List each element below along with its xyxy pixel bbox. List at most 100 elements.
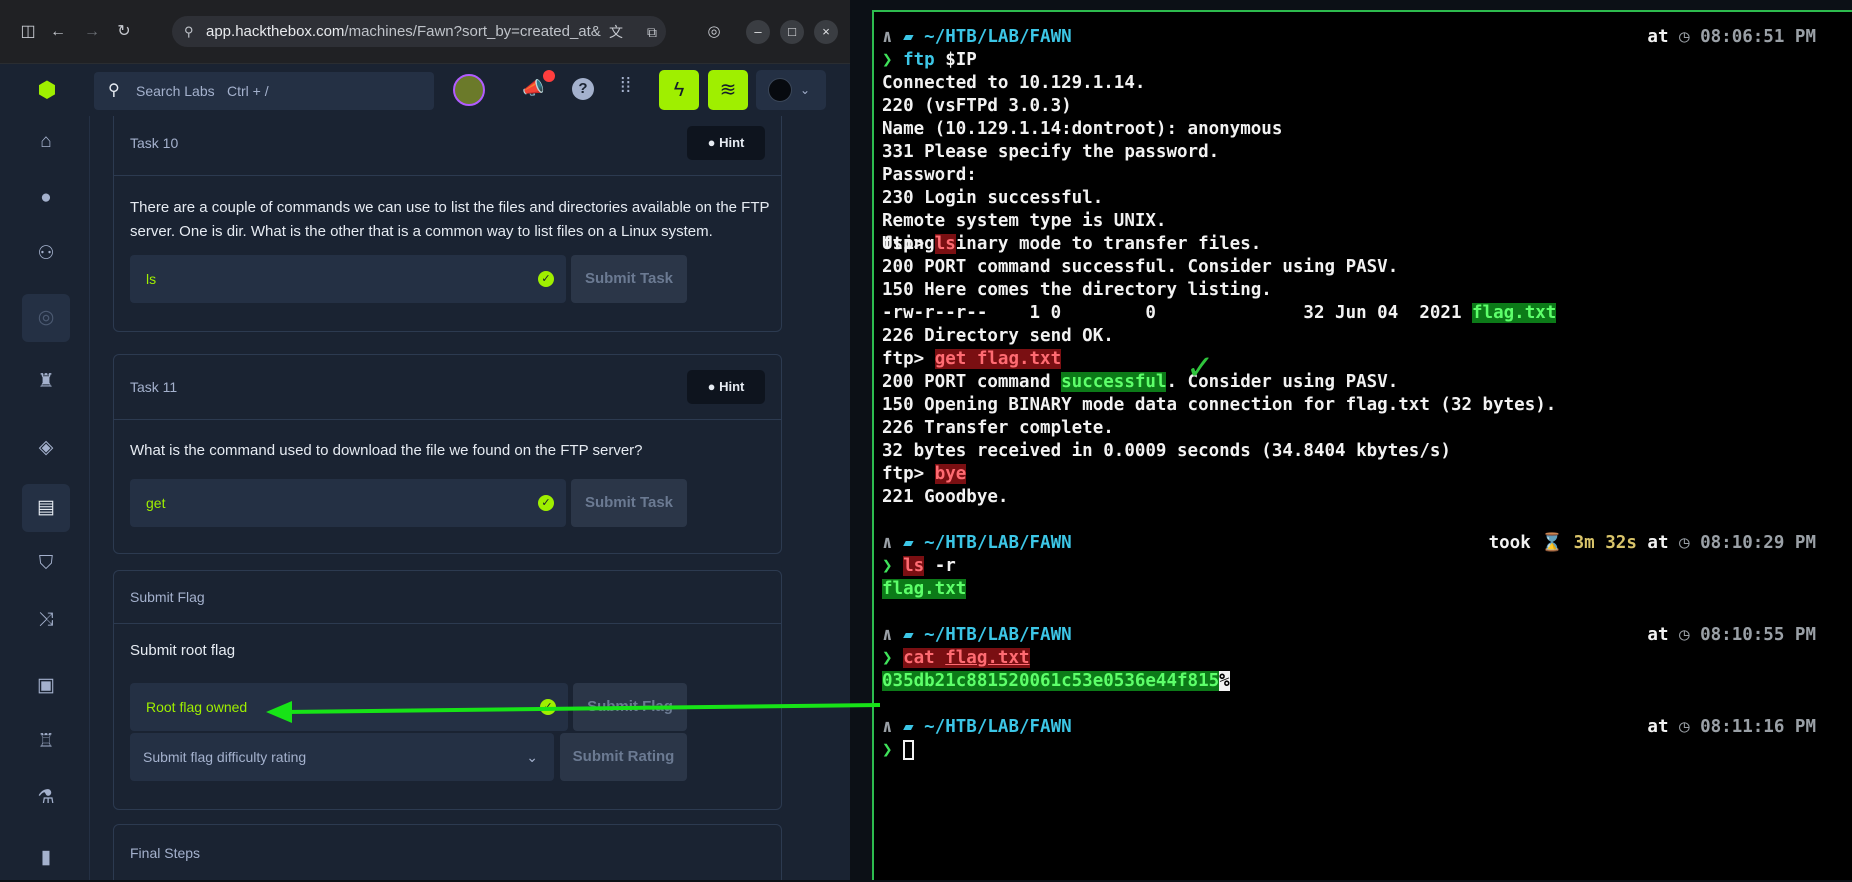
profile-menu[interactable]: ⌄	[756, 70, 826, 110]
hint-button[interactable]: ● Hint	[687, 370, 765, 404]
video-library-icon[interactable]: ▣	[22, 662, 70, 710]
output-line: 150 Here comes the directory listing.	[882, 280, 1272, 300]
output-line: 150 Opening BINARY mode data connection …	[882, 395, 1557, 415]
fortress-icon[interactable]: ♖	[22, 718, 70, 766]
folder-icon: ▰	[903, 625, 925, 645]
chevron-down-icon: ⌄	[800, 83, 811, 97]
hint-label: Hint	[719, 379, 745, 394]
bulb-icon: ●	[707, 379, 720, 394]
app-topbar: ⬢ ⚲ Search Labs Ctrl + / 📣 ? ⁞⁞ ϟ ≋ ⌄	[0, 64, 850, 116]
flag-field[interactable]: Root flag owned ✓	[130, 683, 568, 731]
task-header: Task 11 ● Hint	[114, 355, 781, 420]
output-line: flag.txt	[882, 578, 967, 601]
chevron-down-icon: ⌄	[526, 749, 538, 765]
output-line: 230 Login successful.	[882, 188, 1104, 208]
search-icon: ⚲	[108, 82, 120, 99]
prompt-time: 08:06:51 PM	[1700, 27, 1816, 47]
avatar[interactable]	[453, 74, 485, 106]
help-icon[interactable]: ?	[572, 78, 594, 100]
prompt-time: 08:11:16 PM	[1700, 717, 1816, 737]
prompt-right: took ⌛ 3m 32s at ◷ 08:10:29 PM	[1489, 532, 1816, 555]
vpn-wifi-icon[interactable]: ≋	[708, 70, 748, 110]
prompt-time: 08:10:29 PM	[1700, 533, 1816, 553]
record-icon[interactable]: ◎	[702, 20, 726, 44]
machines-icon[interactable]: ▤	[22, 484, 70, 532]
output-line: 226 Directory send OK.	[882, 326, 1114, 346]
ftp-line: ftp> bye	[882, 463, 967, 486]
submit-flag-button[interactable]: Submit Flag	[573, 683, 687, 731]
shuffle-icon[interactable]: ⤨	[22, 596, 70, 644]
hint-button[interactable]: ● Hint	[687, 126, 765, 160]
command-line: ❯ ftp $IP	[882, 50, 977, 70]
sidebar: ⌂ ● ⚇ ◎ ♜ ◈ ▤ ⛉ ⤨ ▣ ♖ ⚗ ▮	[0, 116, 90, 880]
profile-avatar	[768, 78, 792, 102]
target-icon[interactable]: ◎	[22, 294, 70, 342]
difficulty-rating-select[interactable]: Submit flag difficulty rating ⌄	[130, 733, 554, 781]
reload-icon[interactable]: ↻	[112, 20, 136, 44]
answer-value: get	[146, 495, 166, 511]
back-icon[interactable]: ←	[46, 20, 70, 44]
terminal-cursor	[903, 740, 915, 760]
submit-flag-subtitle: Submit root flag	[130, 642, 236, 659]
prompt-line: ∧ ▰ ~/HTB/LAB/FAWN	[882, 717, 1072, 737]
prompt-line: ∧ ▰ ~/HTB/LAB/FAWN	[882, 625, 1072, 645]
folder-icon: ▰	[903, 533, 925, 553]
address-bar[interactable]: ⚲ app.hackthebox.com/machines/Fawn?sort_…	[172, 16, 666, 47]
submit-flag-header: Submit Flag	[114, 571, 781, 624]
output-line: 221 Goodbye.	[882, 487, 1009, 507]
search-placeholder: Search Labs	[136, 83, 215, 99]
prompt-path: ~/HTB/LAB/FAWN	[924, 717, 1072, 737]
apps-grid-icon[interactable]: ⁞⁞	[620, 75, 631, 98]
output-line: 32 bytes received in 0.0009 seconds (34.…	[882, 441, 1451, 461]
ftp-command: get flag.txt	[934, 349, 1062, 369]
submit-rating-button[interactable]: Submit Rating	[560, 733, 687, 781]
directions-icon[interactable]: ◈	[22, 424, 70, 472]
bolt-icon[interactable]: ϟ	[659, 70, 699, 110]
user-icon[interactable]: ●	[22, 174, 70, 222]
submit-flag-title: Submit Flag	[130, 589, 205, 605]
sidebar-toggle-icon[interactable]: ◫	[16, 20, 40, 44]
minimize-icon[interactable]: –	[746, 20, 770, 44]
stats-icon[interactable]: ▮	[22, 834, 70, 882]
team-icon[interactable]: ⚇	[22, 230, 70, 278]
flag-output-line: 035db21c881520061c53e0536e44f815%	[882, 670, 1230, 693]
ftp-command: ls	[934, 234, 956, 254]
castle-icon[interactable]: ♜	[22, 358, 70, 406]
listing-meta: -rw-r--r-- 1 0 0 32 Jun 04 2021	[882, 303, 1473, 323]
took-label: took	[1488, 533, 1531, 553]
command: ftp	[903, 50, 935, 70]
site-info-icon[interactable]: ⚲	[184, 16, 194, 47]
browser-chrome: ◫ ← → ↻ ⚲ app.hackthebox.com/machines/Fa…	[0, 0, 850, 64]
output-line: Connected to 10.129.1.14.	[882, 73, 1146, 93]
command-arg: flag.txt	[945, 648, 1030, 668]
command: cat flag.txt	[903, 648, 1030, 668]
extension-icon[interactable]: ⧉	[640, 20, 664, 44]
shield-icon[interactable]: ⛉	[22, 540, 70, 588]
command: ls	[903, 556, 925, 576]
translate-icon[interactable]: 文	[604, 20, 628, 44]
forward-icon[interactable]: →	[80, 20, 104, 44]
search-box[interactable]: ⚲ Search Labs Ctrl + /	[94, 72, 434, 110]
close-icon[interactable]: ×	[814, 20, 838, 44]
output-line: 200 PORT command successful. Consider us…	[882, 257, 1399, 277]
command-line: ❯	[882, 739, 915, 762]
home-icon[interactable]: ⌂	[22, 118, 70, 166]
flag-value: 035db21c881520061c53e0536e44f815	[882, 671, 1220, 691]
prompt-time: 08:10:55 PM	[1700, 625, 1816, 645]
announcement-icon[interactable]: 📣	[522, 78, 544, 99]
maximize-icon[interactable]: □	[780, 20, 804, 44]
answer-field[interactable]: ls ✓	[130, 255, 566, 303]
listing-file: flag.txt	[1472, 303, 1557, 323]
task-title: Task 11	[130, 379, 178, 395]
answer-field[interactable]: get ✓	[130, 479, 566, 527]
folder-icon: ▰	[903, 717, 925, 737]
ftp-prompt: ftp>	[882, 349, 925, 369]
lab-flask-icon[interactable]: ⚗	[22, 774, 70, 822]
submit-task-button[interactable]: Submit Task	[571, 255, 687, 303]
htb-logo-icon[interactable]: ⬢	[34, 77, 60, 103]
command-name: cat	[903, 648, 935, 668]
submit-task-button[interactable]: Submit Task	[571, 479, 687, 527]
ftp-line: ftp> get flag.txt	[882, 348, 1062, 371]
terminal-window[interactable]: ∧ ▰ ~/HTB/LAB/FAWN at ◷ 08:06:51 PM ❯ ft…	[872, 10, 1852, 880]
final-steps-card: Final Steps	[113, 824, 782, 880]
